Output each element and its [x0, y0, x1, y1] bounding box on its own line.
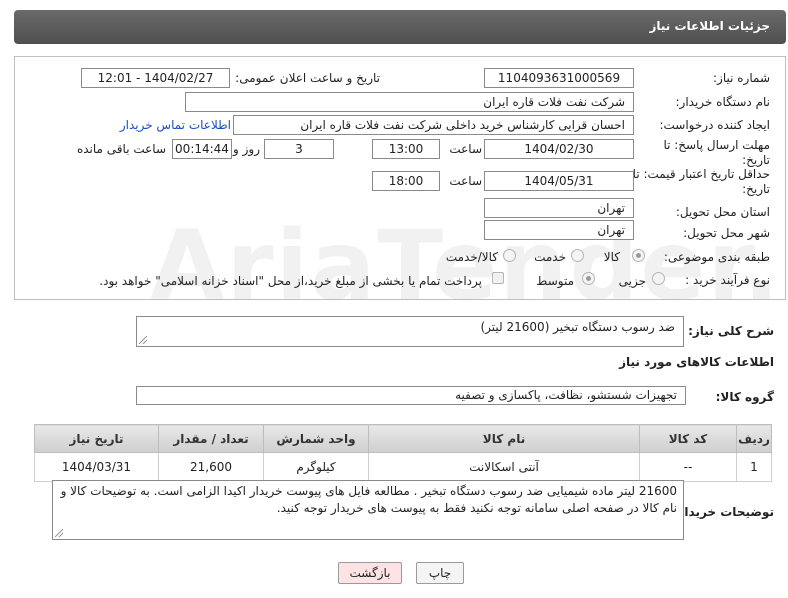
process-radio-medium[interactable] [582, 272, 595, 285]
print-button[interactable]: چاپ [416, 562, 464, 584]
category-radio-service[interactable] [571, 249, 584, 262]
buyer-org-label: نام دستگاه خریدار: [675, 95, 771, 109]
category-option-goods-service: کالا/خدمت [445, 250, 498, 264]
deadline-time-field[interactable]: 13:00 [372, 139, 440, 159]
deadline-time-label: ساعت [449, 142, 482, 156]
summary-text: ضد رسوب دستگاه تبخیر (21600 لیتر) [480, 320, 675, 334]
announce-label: تاریخ و ساعت اعلان عمومی: [235, 71, 380, 85]
col-header-quantity: تعداد / مقدار [158, 424, 264, 453]
buyer-notes-label: توضیحات خریدار: [672, 505, 774, 519]
price-valid-label: حداقل تاریخ اعتبار قیمت: تا تاریخ: [632, 167, 770, 196]
items-section-title: اطلاعات کالاهای مورد نیاز [619, 355, 774, 369]
summary-textarea[interactable]: ضد رسوب دستگاه تبخیر (21600 لیتر) [136, 316, 684, 347]
city-field[interactable]: تهران [484, 220, 634, 240]
need-number-field[interactable]: 1104093631000569 [484, 68, 634, 88]
col-header-need-date: تاریخ نیاز [34, 424, 159, 453]
announce-field[interactable]: 1404/02/27 - 12:01 [81, 68, 230, 88]
price-valid-time-field[interactable]: 18:00 [372, 171, 440, 191]
col-header-unit: واحد شمارش [263, 424, 369, 453]
category-radio-goods-service[interactable] [503, 249, 516, 262]
resize-grip-icon[interactable] [55, 529, 63, 537]
deadline-label: مهلت ارسال پاسخ: تا تاریخ: [663, 138, 770, 167]
col-header-item-code: کد کالا [639, 424, 737, 453]
category-radio-goods[interactable] [632, 249, 645, 262]
cell-row-number: 1 [736, 452, 772, 482]
city-label: شهر محل تحویل: [683, 226, 770, 240]
remaining-label: ساعت باقی مانده [76, 142, 166, 156]
category-label: طبقه بندی موضوعی: [663, 250, 770, 264]
buyer-notes-text: 21600 لیتر ماده شیمیایی ضد رسوب دستگاه ت… [60, 484, 677, 515]
process-radio-minor[interactable] [652, 272, 665, 285]
goods-group-label: گروه کالا: [715, 390, 774, 404]
page-title: جزئیات اطلاعات نیاز [649, 19, 770, 33]
process-option-medium: متوسط [536, 274, 574, 288]
page-header: جزئیات اطلاعات نیاز [14, 10, 786, 44]
buyer-org-field[interactable]: شرکت نفت فلات قاره ایران [185, 92, 634, 112]
cell-unit: کیلوگرم [263, 452, 369, 482]
col-header-row-number: ردیف [736, 424, 772, 453]
summary-label: شرح کلی نیاز: [688, 324, 774, 338]
days-field[interactable]: 3 [264, 139, 334, 159]
days-label: روز و [233, 142, 260, 156]
requester-field[interactable]: احسان قرایی کارشناس خرید داخلی شرکت نفت … [233, 115, 634, 135]
province-field[interactable]: تهران [484, 198, 634, 218]
cell-quantity: 21,600 [158, 452, 264, 482]
province-label: استان محل تحویل: [675, 205, 770, 219]
category-option-goods: کالا [603, 250, 620, 264]
contact-info-link[interactable]: اطلاعات تماس خریدار [120, 118, 231, 132]
process-label: نوع فرآیند خرید : [685, 273, 770, 287]
table-header-row: ردیف کد کالا نام کالا واحد شمارش تعداد /… [34, 424, 772, 453]
items-table: ردیف کد کالا نام کالا واحد شمارش تعداد /… [34, 424, 772, 482]
deadline-date-field[interactable]: 1404/02/30 [484, 139, 634, 159]
cell-need-date: 1404/03/31 [34, 452, 159, 482]
price-valid-date-field[interactable]: 1404/05/31 [484, 171, 634, 191]
table-row[interactable]: 1 -- آنتی اسکالانت کیلوگرم 21,600 1404/0… [34, 452, 772, 482]
goods-group-field[interactable]: تجهیزات شستشو، نظافت، پاکسازی و تصفیه [136, 386, 686, 405]
buyer-notes-textarea[interactable]: 21600 لیتر ماده شیمیایی ضد رسوب دستگاه ت… [52, 480, 684, 540]
resize-grip-icon[interactable] [139, 336, 147, 344]
treasury-payment-checkbox[interactable] [492, 272, 504, 284]
requester-label: ایجاد کننده درخواست: [659, 118, 770, 132]
remaining-time-field[interactable]: 00:14:44 [172, 139, 232, 159]
category-option-service: خدمت [534, 250, 566, 264]
price-valid-time-label: ساعت [449, 174, 482, 188]
need-number-label: شماره نیاز: [713, 71, 770, 85]
col-header-item-name: نام کالا [368, 424, 640, 453]
cell-item-name: آنتی اسکالانت [368, 452, 640, 482]
back-button[interactable]: بازگشت [338, 562, 402, 584]
process-option-minor: جزیی [618, 274, 646, 288]
cell-item-code: -- [639, 452, 737, 482]
treasury-payment-note: پرداخت تمام یا بخشی از مبلغ خرید،از محل … [99, 274, 482, 288]
